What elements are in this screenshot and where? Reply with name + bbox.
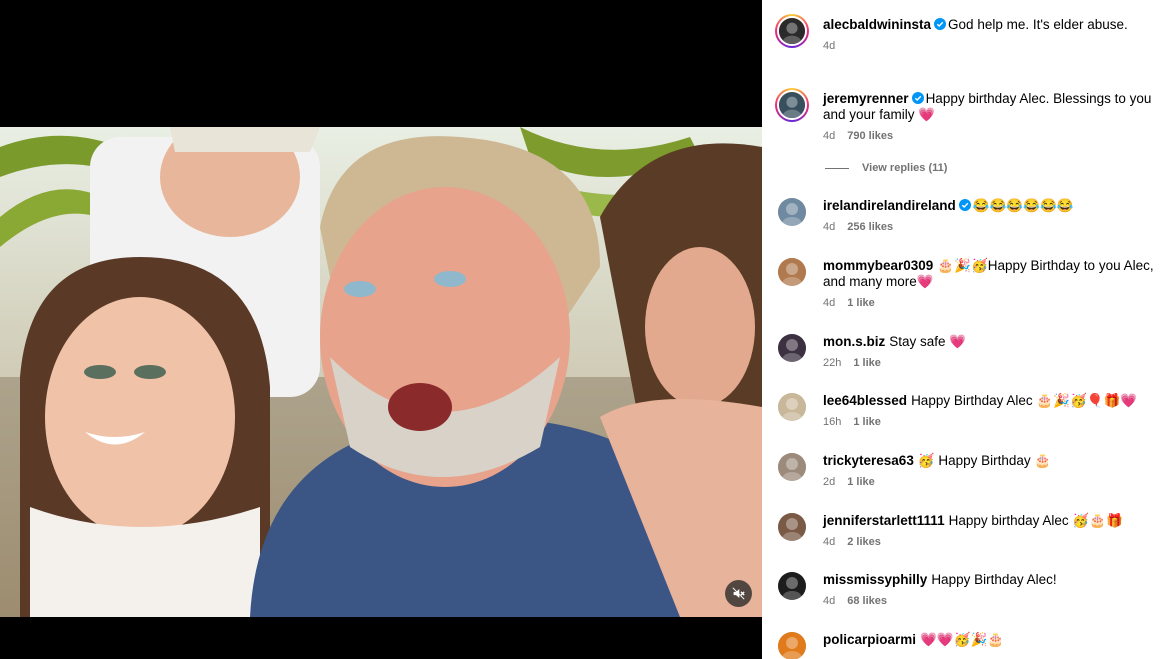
comment-likes[interactable]: 1 like xyxy=(853,416,881,428)
divider-line xyxy=(825,167,849,169)
comment-username[interactable]: alecbaldwininsta xyxy=(823,17,931,32)
comment-text-line: jeremyrenner Happy birthday Alec. Blessin… xyxy=(823,91,1154,123)
comment-timestamp[interactable]: 4d xyxy=(823,40,835,52)
comment-username[interactable]: lee64blessed xyxy=(823,393,907,408)
avatar[interactable] xyxy=(778,572,806,600)
avatar[interactable] xyxy=(778,198,806,226)
comment-likes[interactable]: 68 likes xyxy=(847,595,887,607)
comment-text-line: missmissyphilly Happy Birthday Alec! xyxy=(823,572,1154,588)
comment-username[interactable]: trickyteresa63 xyxy=(823,453,914,468)
comment-timestamp[interactable]: 2d xyxy=(823,476,835,488)
video-frame[interactable] xyxy=(0,127,762,617)
comment-meta: 22h 1 like xyxy=(823,356,1154,370)
comment-username[interactable]: mon.s.biz xyxy=(823,334,885,349)
mute-button[interactable] xyxy=(725,580,752,607)
comment-likes[interactable]: 1 like xyxy=(853,357,881,369)
comment-text-line: lee64blessed Happy Birthday Alec 🎂🎉🥳🎈🎁💗 xyxy=(823,393,1154,409)
comment-meta: 4d 2 likes xyxy=(823,535,1154,549)
avatar[interactable] xyxy=(775,88,809,122)
comment-likes[interactable]: 2 likes xyxy=(847,536,881,548)
comment-text: Happy birthday Alec 🥳🎂🎁 xyxy=(948,513,1123,528)
comment-username[interactable]: irelandirelandireland xyxy=(823,198,956,213)
comment-meta: 4d 1 like xyxy=(823,296,1154,310)
comment-meta: 16h 1 like xyxy=(823,415,1154,429)
comment-meta: 4d 256 likes xyxy=(823,220,1154,234)
comment-timestamp[interactable]: 4d xyxy=(823,536,835,548)
comment-text-line: irelandirelandireland 😂😂😂😂😂😂 xyxy=(823,198,1154,214)
comments-panel[interactable]: alecbaldwininsta God help me. It's elder … xyxy=(762,0,1162,659)
comment-username[interactable]: policarpioarmi xyxy=(823,632,916,647)
comment-text-line: jenniferstarlett1111 Happy birthday Alec … xyxy=(823,513,1154,529)
comment-text-line: policarpioarmi 💗💗🥳🎉🎂 xyxy=(823,632,1154,648)
comment-username[interactable]: jenniferstarlett1111 xyxy=(823,513,945,528)
speaker-muted-icon xyxy=(732,587,745,600)
comment-text: God help me. It's elder abuse. xyxy=(948,17,1128,32)
comment-meta: 4d xyxy=(823,39,1154,53)
comment-timestamp[interactable]: 22h xyxy=(823,357,841,369)
comment-timestamp[interactable]: 4d xyxy=(823,130,835,142)
comment-meta: 4d 790 likes xyxy=(823,129,1154,143)
comment-text-line: mon.s.biz Stay safe 💗 xyxy=(823,334,1154,350)
avatar[interactable] xyxy=(778,334,806,362)
avatar[interactable] xyxy=(775,14,809,48)
comment-text: Happy Birthday Alec 🎂🎉🥳🎈🎁💗 xyxy=(911,393,1138,408)
avatar[interactable] xyxy=(778,393,806,421)
comment-text: Stay safe 💗 xyxy=(889,334,967,349)
verified-badge-icon xyxy=(911,92,924,104)
comment-username[interactable]: jeremyrenner xyxy=(823,91,909,106)
comment-likes[interactable]: 1 like xyxy=(847,297,875,309)
video-still-image xyxy=(0,127,762,617)
view-replies-button[interactable]: View replies (11) xyxy=(825,162,947,174)
comment-timestamp[interactable]: 4d xyxy=(823,297,835,309)
avatar[interactable] xyxy=(778,258,806,286)
comment-username[interactable]: missmissyphilly xyxy=(823,572,927,587)
verified-badge-icon xyxy=(958,199,971,211)
verified-badge-icon xyxy=(934,18,947,30)
comment-text: 🥳 Happy Birthday 🎂 xyxy=(917,453,1052,468)
comment-meta: 4d 68 likes xyxy=(823,594,1154,608)
view-replies-label: View replies (11) xyxy=(862,162,948,174)
comment-likes[interactable]: 790 likes xyxy=(847,130,893,142)
comment-text: 💗💗🥳🎉🎂 xyxy=(920,632,1005,647)
comment-text: Happy Birthday Alec! xyxy=(931,572,1057,587)
comment-timestamp[interactable]: 16h xyxy=(823,416,841,428)
comment-likes[interactable]: 1 like xyxy=(847,476,875,488)
avatar[interactable] xyxy=(778,453,806,481)
media-viewer xyxy=(0,0,762,659)
comment-text: 😂😂😂😂😂😂 xyxy=(972,198,1074,213)
comment-meta: 2d 1 like xyxy=(823,475,1154,489)
comment-text-line: alecbaldwininsta God help me. It's elder … xyxy=(823,17,1154,33)
avatar[interactable] xyxy=(778,513,806,541)
comment-text-line: trickyteresa63 🥳 Happy Birthday 🎂 xyxy=(823,453,1154,469)
comment-timestamp[interactable]: 4d xyxy=(823,595,835,607)
comment-likes[interactable]: 256 likes xyxy=(847,221,893,233)
comment-username[interactable]: mommybear0309 xyxy=(823,258,933,273)
avatar[interactable] xyxy=(778,632,806,659)
comment-text-line: mommybear0309 🎂🎉🥳Happy Birthday to you Al… xyxy=(823,258,1154,290)
comment-timestamp[interactable]: 4d xyxy=(823,221,835,233)
